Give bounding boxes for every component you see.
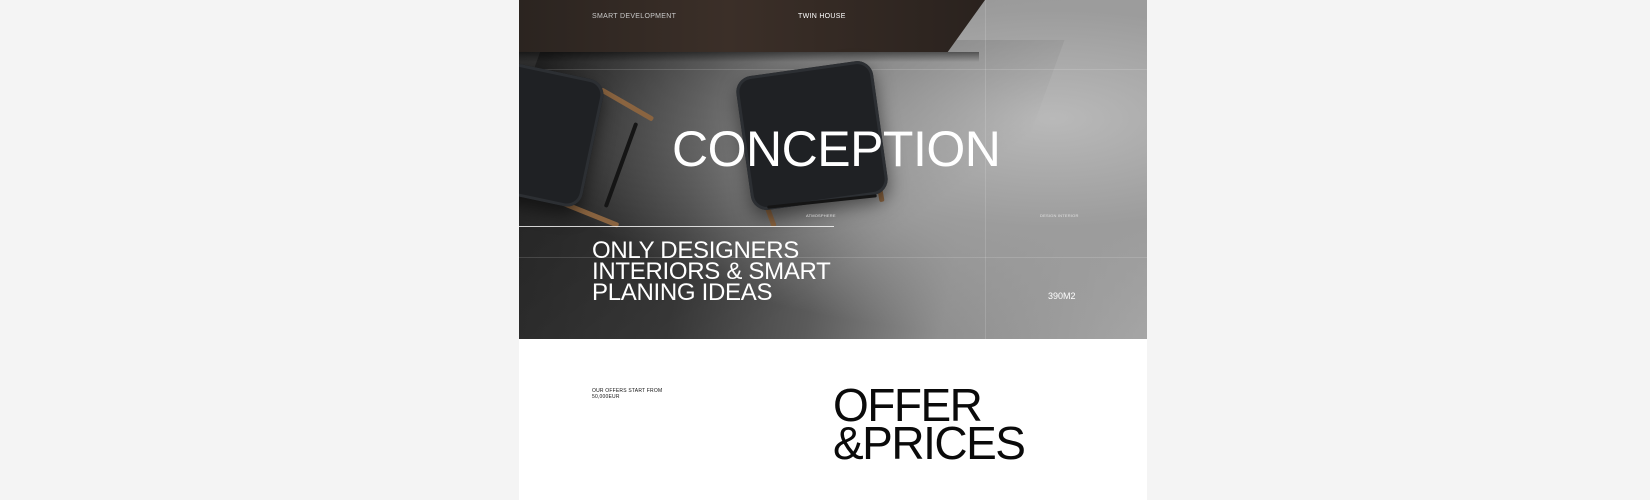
table-top-image — [519, 0, 985, 52]
label-atmosphere: ATMOSPHERE — [806, 213, 836, 218]
offer-title: OFFER &PRICES — [833, 382, 1026, 469]
offer-title-line: &PRICES — [833, 417, 1026, 469]
offer-note-line: 50,000EUR — [592, 394, 620, 400]
table-shadow — [519, 52, 979, 62]
offer-note: OUR OFFERS START FROM 50,000EUR — [592, 388, 682, 400]
area-value: 390M2 — [1048, 291, 1076, 301]
hero-title: CONCEPTION — [672, 121, 1001, 177]
label-design-interior: DESIGN INTERIOR — [1040, 213, 1079, 218]
tagline-line: PLANING IDEAS — [592, 279, 773, 306]
hero-section: SMART DEVELOPMENT TWIN HOUSE CONCEPTION … — [519, 0, 1147, 339]
hero-tagline: ONLY DESIGNERS INTERIORS & SMART PLANING… — [592, 239, 852, 306]
nav-link-twin-house[interactable]: TWIN HOUSE — [798, 13, 846, 20]
hero-divider — [519, 226, 834, 227]
page: SMART DEVELOPMENT TWIN HOUSE CONCEPTION … — [519, 0, 1147, 500]
nav-link-smart-development[interactable]: SMART DEVELOPMENT — [592, 13, 676, 20]
